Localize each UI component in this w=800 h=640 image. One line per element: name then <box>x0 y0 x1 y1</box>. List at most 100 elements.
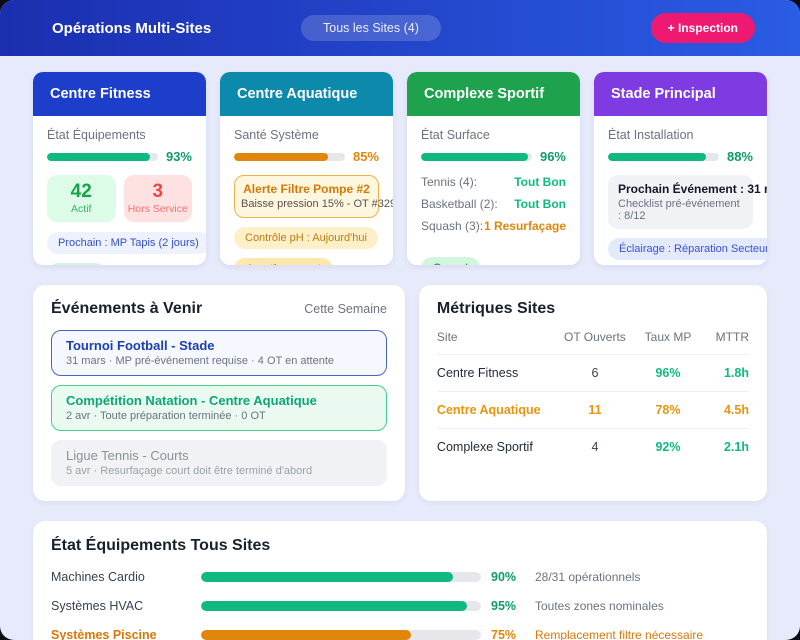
cell-taux: 92% <box>634 440 701 454</box>
next-event-title: Prochain Événement : 31 mars <box>618 182 743 196</box>
progress-fill <box>234 153 328 161</box>
equipment-note: 28/31 opérationnels <box>535 570 640 584</box>
alert-title: Alerte Filtre Pompe #2 <box>241 182 372 196</box>
metrics-panel-title: Métriques Sites <box>437 300 555 318</box>
next-event-checklist: Checklist pré-événement : 8/12 <box>618 198 743 222</box>
cell-taux: 78% <box>634 403 701 417</box>
cell-site: Centre Aquatique <box>437 403 556 417</box>
event-item-football[interactable]: Tournoi Football - Stade 31 mars · MP pr… <box>51 330 387 376</box>
events-panel-title: Événements à Venir <box>51 300 202 318</box>
surface-row-basketball: Basketball (2): Tout Bon <box>421 197 566 211</box>
pump-filter-alert: Alerte Filtre Pompe #2 Baisse pression 1… <box>234 175 379 218</box>
metrics-table-header: Site OT Ouverts Taux MP MTTR <box>437 330 749 355</box>
surface-progress: 96% <box>421 149 566 164</box>
next-maintenance-pill: Prochain : MP Tapis (2 jours) <box>47 232 206 254</box>
progress-fill <box>201 572 453 582</box>
equipment-percent: 95% <box>491 599 535 613</box>
out-of-service-count: 3 <box>128 181 189 203</box>
equipment-label: Machines Cardio <box>51 570 201 584</box>
table-row: Centre Fitness 6 96% 1.8h <box>437 355 749 392</box>
surface-label: Tennis (4): <box>421 175 477 189</box>
surface-value: Tout Bon <box>514 197 566 211</box>
table-row: Complexe Sportif 4 92% 2.1h <box>437 429 749 465</box>
col-mttr: MTTR <box>702 330 749 344</box>
cell-mttr: 4.5h <box>702 403 749 417</box>
event-item-tennis[interactable]: Ligue Tennis - Courts 5 avr · Resurfaçag… <box>51 440 387 486</box>
active-label: Actif <box>51 203 112 215</box>
upcoming-events-panel: Événements à Venir Cette Semaine Tournoi… <box>33 285 405 501</box>
site-filter-button[interactable]: Tous les Sites (4) <box>301 15 441 41</box>
col-taux-mp: Taux MP <box>634 330 701 344</box>
installation-state-label: État Installation <box>608 128 753 142</box>
main-content: Centre Fitness État Équipements 93% 42 A… <box>0 56 800 640</box>
status-badge: Ouvert <box>421 257 480 265</box>
surface-label: Basketball (2): <box>421 197 498 211</box>
dashboard-app: Opérations Multi-Sites Tous les Sites (4… <box>0 0 800 640</box>
equipment-label: Systèmes HVAC <box>51 599 201 613</box>
cell-mttr: 1.8h <box>702 366 749 380</box>
surface-value: 1 Resurfaçage <box>484 219 566 233</box>
surface-row-tennis: Tennis (4): Tout Bon <box>421 175 566 189</box>
surface-label: Squash (3): <box>421 219 483 233</box>
cell-ot: 11 <box>555 403 634 417</box>
next-event-info: Prochain Événement : 31 mars Checklist p… <box>608 175 753 229</box>
equipment-label: Systèmes Piscine <box>51 628 201 640</box>
progress-fill <box>201 601 467 611</box>
table-row: Centre Aquatique 11 78% 4.5h <box>437 392 749 429</box>
page-title: Opérations Multi-Sites <box>52 20 211 37</box>
out-of-service-label: Hors Service <box>128 203 189 215</box>
col-site: Site <box>437 330 556 344</box>
system-health-label: Santé Système <box>234 128 379 142</box>
progress-percent: 96% <box>540 149 566 164</box>
event-item-natation[interactable]: Compétition Natation - Centre Aquatique … <box>51 385 387 431</box>
progress-percent: 93% <box>166 149 192 164</box>
equipment-row-cardio: Machines Cardio 90% 28/31 opérationnels <box>51 570 749 584</box>
equipment-progress: 93% <box>47 149 192 164</box>
card-centre-aquatique-header: Centre Aquatique <box>220 72 393 116</box>
installation-progress: 88% <box>608 149 753 164</box>
middle-row: Événements à Venir Cette Semaine Tournoi… <box>33 285 767 501</box>
equipment-percent: 90% <box>491 570 535 584</box>
progress-percent: 88% <box>727 149 753 164</box>
active-stat: 42 Actif <box>47 175 116 222</box>
col-ot-ouverts: OT Ouverts <box>555 330 634 344</box>
cell-ot: 4 <box>555 440 634 454</box>
equipment-note: Toutes zones nominales <box>535 599 664 613</box>
out-of-service-stat: 3 Hors Service <box>124 175 193 222</box>
lighting-repair-pill: Éclairage : Réparation Secteur B <box>608 238 767 260</box>
equipment-state-label: État Équipements <box>47 128 192 142</box>
surface-state-label: État Surface <box>421 128 566 142</box>
alert-subtitle: Baisse pression 15% - OT #3291 <box>241 198 372 210</box>
status-badge: Avertissement <box>234 258 333 265</box>
event-title: Ligue Tennis - Courts <box>66 448 372 463</box>
card-centre-fitness[interactable]: Centre Fitness État Équipements 93% 42 A… <box>33 72 206 265</box>
progress-fill <box>608 153 706 161</box>
equipment-stats: 42 Actif 3 Hors Service <box>47 175 192 222</box>
cell-ot: 6 <box>555 366 634 380</box>
equipment-note: Remplacement filtre nécessaire <box>535 628 703 640</box>
card-complexe-sportif[interactable]: Complexe Sportif État Surface 96% Tennis… <box>407 72 580 265</box>
surface-value: Tout Bon <box>514 175 566 189</box>
system-health-progress: 85% <box>234 149 379 164</box>
equipment-percent: 75% <box>491 628 535 640</box>
events-panel-range: Cette Semaine <box>304 302 387 316</box>
status-badge: Ouvert <box>47 263 106 265</box>
event-detail: 2 avr · Toute préparation terminée · 0 O… <box>66 410 372 422</box>
card-stade-principal[interactable]: Stade Principal État Installation 88% Pr… <box>594 72 767 265</box>
equipment-row-piscine: Systèmes Piscine 75% Remplacement filtre… <box>51 628 749 640</box>
cell-site: Complexe Sportif <box>437 440 556 454</box>
card-centre-aquatique[interactable]: Centre Aquatique Santé Système 85% Alert… <box>220 72 393 265</box>
event-title: Tournoi Football - Stade <box>66 338 372 353</box>
card-complexe-sportif-header: Complexe Sportif <box>407 72 580 116</box>
add-inspection-button[interactable]: + Inspection <box>651 13 755 43</box>
surface-row-squash: Squash (3): 1 Resurfaçage <box>421 219 566 233</box>
equipment-panel-title: État Équipements Tous Sites <box>51 537 749 555</box>
site-cards-row: Centre Fitness État Équipements 93% 42 A… <box>33 72 767 265</box>
equipment-state-panel: État Équipements Tous Sites Machines Car… <box>33 521 767 640</box>
event-detail: 31 mars · MP pré-événement requise · 4 O… <box>66 355 372 367</box>
ph-check-pill: Contrôle pH : Aujourd'hui <box>234 227 378 249</box>
progress-fill <box>47 153 150 161</box>
card-stade-principal-header: Stade Principal <box>594 72 767 116</box>
card-centre-fitness-header: Centre Fitness <box>33 72 206 116</box>
equipment-row-hvac: Systèmes HVAC 95% Toutes zones nominales <box>51 599 749 613</box>
